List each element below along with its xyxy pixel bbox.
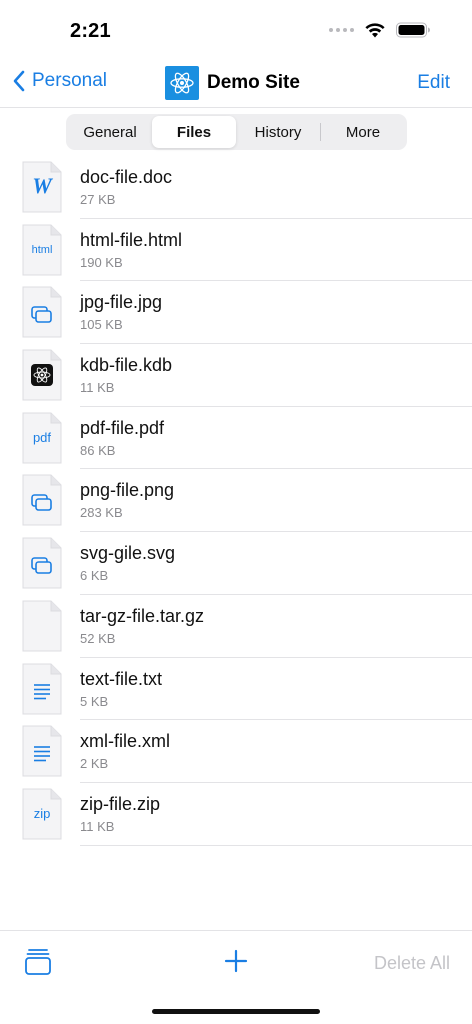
delete-all-button[interactable]: Delete All bbox=[374, 953, 450, 974]
file-row-svg[interactable]: svg-gile.svg 6 KB bbox=[0, 532, 472, 595]
file-size: 11 KB bbox=[80, 818, 115, 834]
file-size: 2 KB bbox=[80, 756, 109, 772]
file-row-html[interactable]: html html-file.html 190 KB bbox=[0, 219, 472, 282]
file-size: 283 KB bbox=[80, 505, 123, 521]
text-file-icon bbox=[22, 725, 62, 777]
zip-file-icon-label: zip bbox=[33, 805, 51, 821]
file-size: 5 KB bbox=[80, 693, 109, 709]
file-row-doc[interactable]: W doc-file.doc 27 KB bbox=[0, 156, 472, 219]
tab-more[interactable]: More bbox=[321, 116, 405, 148]
file-name: tar-gz-file.tar.gz bbox=[80, 605, 205, 626]
file-row-txt[interactable]: text-file.txt 5 KB bbox=[0, 658, 472, 721]
file-name: svg-gile.svg bbox=[80, 543, 176, 564]
status-time: 2:21 bbox=[70, 20, 111, 42]
file-name: xml-file.xml bbox=[80, 731, 170, 752]
html-file-icon-label: html bbox=[31, 243, 53, 256]
word-doc-icon-glyph: W bbox=[32, 173, 52, 198]
plus-icon bbox=[224, 949, 248, 973]
file-name: zip-file.zip bbox=[80, 793, 161, 814]
stack-button[interactable] bbox=[24, 947, 52, 980]
image-file-icon bbox=[22, 474, 62, 526]
tab-files[interactable]: Files bbox=[152, 116, 236, 148]
html-file-icon: html bbox=[22, 224, 62, 276]
home-indicator bbox=[152, 1009, 320, 1014]
stack-icon bbox=[25, 949, 51, 975]
zip-file-icon: zip bbox=[22, 788, 62, 840]
image-file-icon bbox=[22, 537, 62, 589]
file-size: 190 KB bbox=[80, 254, 123, 270]
tab-history[interactable]: History bbox=[236, 116, 320, 148]
file-row-png[interactable]: png-file.png 283 KB bbox=[0, 469, 472, 533]
chevron-left-icon bbox=[13, 70, 25, 92]
segmented-tabs: General Files History More bbox=[66, 114, 407, 150]
status-bar: 2:21 bbox=[0, 0, 472, 62]
blank-file-icon bbox=[22, 600, 62, 652]
bottom-toolbar: Delete All bbox=[0, 931, 472, 991]
kdb-file-icon bbox=[22, 349, 62, 401]
wifi-icon bbox=[365, 23, 385, 38]
file-row-pdf[interactable]: pdf pdf-file.pdf 86 KB bbox=[0, 407, 472, 470]
file-row-jpg[interactable]: jpg-file.jpg 105 KB bbox=[0, 281, 472, 345]
text-file-icon bbox=[22, 663, 62, 715]
file-size: 105 KB bbox=[80, 317, 123, 333]
atom-logo-icon bbox=[165, 66, 199, 100]
pdf-file-icon: pdf bbox=[22, 412, 62, 464]
row-divider bbox=[80, 844, 472, 846]
add-button[interactable] bbox=[224, 949, 248, 978]
file-name: png-file.png bbox=[80, 480, 175, 501]
battery-icon bbox=[396, 22, 430, 38]
back-button-label: Personal bbox=[32, 70, 107, 91]
cellular-signal-icon bbox=[329, 28, 354, 32]
edit-button[interactable]: Edit bbox=[417, 72, 450, 94]
nav-divider bbox=[0, 107, 472, 108]
word-doc-icon: W bbox=[22, 161, 62, 213]
image-file-icon bbox=[22, 286, 62, 338]
file-list: W doc-file.doc 27 KB html html-file.html… bbox=[0, 156, 472, 846]
file-row-tar-gz[interactable]: tar-gz-file.tar.gz 52 KB bbox=[0, 595, 472, 658]
file-name: doc-file.doc bbox=[80, 167, 173, 187]
file-name: pdf-file.pdf bbox=[80, 417, 165, 438]
file-name: kdb-file.kdb bbox=[80, 355, 173, 376]
status-icons bbox=[329, 22, 432, 38]
tab-general[interactable]: General bbox=[68, 116, 152, 148]
file-name: html-file.html bbox=[80, 229, 183, 250]
nav-title-group: Demo Site bbox=[165, 66, 300, 100]
file-size: 27 KB bbox=[80, 192, 116, 207]
page-title: Demo Site bbox=[207, 72, 300, 93]
screen: 2:21 Personal Demo Site Edit General Fil… bbox=[0, 0, 472, 1024]
file-size: 11 KB bbox=[80, 380, 115, 396]
pdf-file-icon-label: pdf bbox=[32, 429, 52, 445]
nav-bar: Personal Demo Site Edit bbox=[0, 62, 472, 108]
file-size: 6 KB bbox=[80, 568, 109, 584]
file-name: jpg-file.jpg bbox=[80, 292, 163, 313]
file-name: text-file.txt bbox=[80, 668, 163, 689]
file-size: 86 KB bbox=[80, 442, 116, 458]
file-row-xml[interactable]: xml-file.xml 2 KB bbox=[0, 720, 472, 783]
back-button[interactable]: Personal bbox=[12, 70, 107, 92]
file-row-zip[interactable]: zip zip-file.zip 11 KB bbox=[0, 783, 472, 846]
file-row-kdb[interactable]: kdb-file.kdb 11 KB bbox=[0, 344, 472, 407]
file-size: 52 KB bbox=[80, 630, 116, 646]
